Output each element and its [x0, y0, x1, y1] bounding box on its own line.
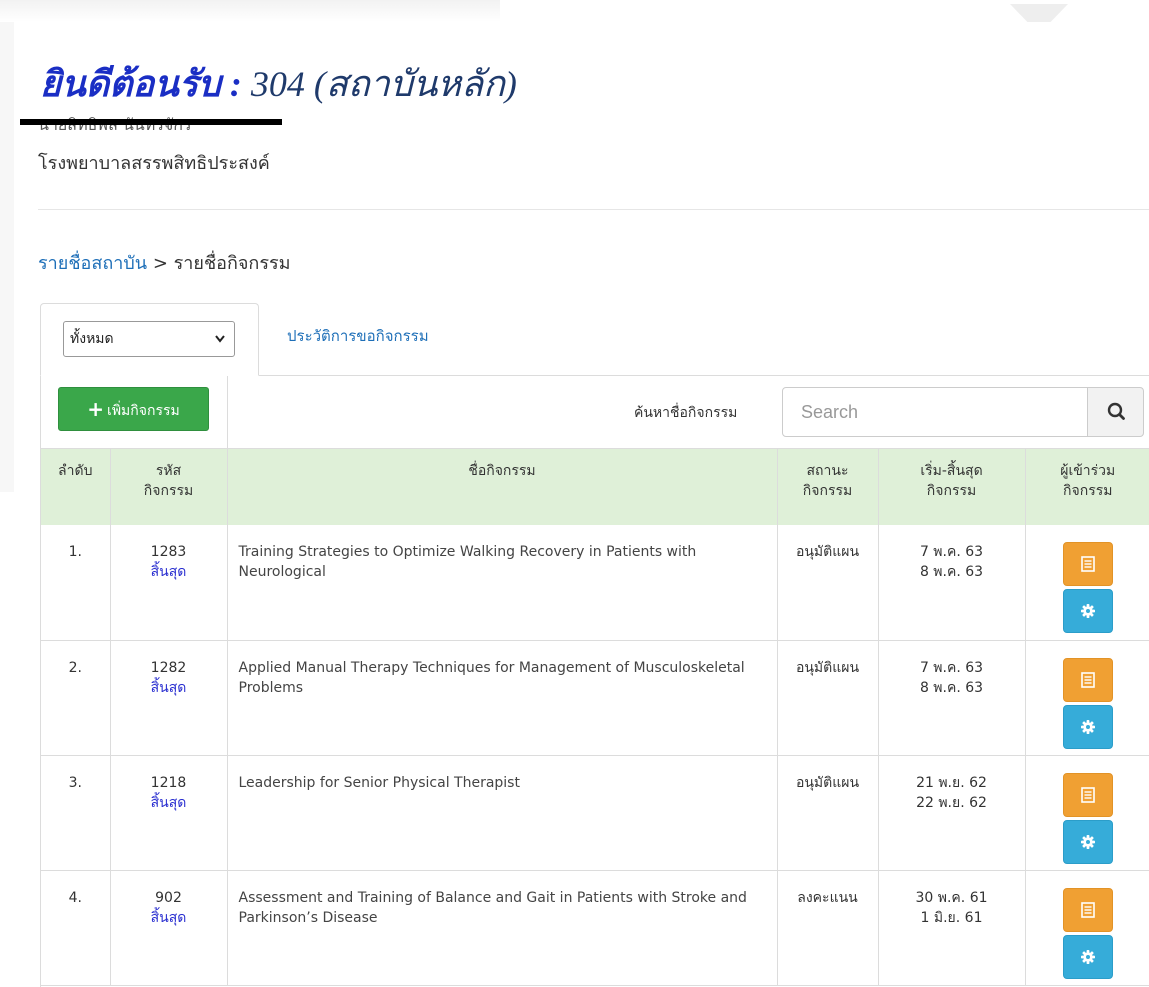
activity-code: 1218 [150, 774, 187, 791]
activity-code-status: สิ้นสุด [150, 909, 187, 926]
activity-code-status: สิ้นสุด [150, 564, 187, 580]
start-date: 7 พ.ค. 63 [919, 544, 984, 560]
activity-code-cell: 902 สิ้นสุด [109, 870, 227, 986]
top-fade [0, 0, 500, 22]
left-strip [0, 22, 14, 492]
gear-icon [1080, 949, 1095, 964]
activity-name: Assessment and Training of Balance and G… [226, 870, 777, 986]
participant-settings-button[interactable] [1062, 704, 1113, 749]
redaction-bar [20, 119, 282, 125]
tab-activities[interactable]: ทั้งหมด [40, 303, 259, 376]
hospital-name: โรงพยาบาลสรรพสิทธิประสงค์ [38, 153, 270, 174]
welcome-heading: ยินดีต้อนรับ : 304 (สถาบันหลัก) [40, 55, 517, 112]
start-date: 30 พ.ค. 61 [915, 889, 988, 906]
institution-name: 304 (สถาบันหลัก) [250, 64, 517, 104]
activity-panel: +เพิ่มกิจกรรม ค้นหาชื่อกิจกรรม ลำดับ รหั… [40, 375, 1149, 987]
activity-code: 1282 [150, 659, 187, 676]
breadcrumb-current: รายชื่อกิจกรรม [173, 253, 291, 274]
activity-name: Leadership for Senior Physical Therapist [226, 755, 777, 871]
activity-code-cell: 1283 สิ้นสุด [109, 525, 227, 641]
person-name: นายสิทธิพล นันทรจักร [38, 113, 191, 138]
activity-status: อนุมัติแผน [776, 525, 878, 641]
list-icon [1080, 556, 1095, 572]
activity-filter-select[interactable]: ทั้งหมด [63, 321, 235, 357]
start-date: 7 พ.ค. 63 [919, 659, 984, 676]
row-number: 3. [41, 755, 110, 871]
add-activity-button[interactable]: + เพิ่มกิจกรรม [58, 387, 209, 431]
activity-table: ลำดับ รหัส กิจกรรม ชื่อกิจกรรม สถานะ กิจกร… [41, 449, 1149, 986]
header-no: ลำดับ [41, 449, 110, 525]
end-date: 22 พ.ย. 62 [916, 794, 987, 811]
header-dates: เริ่ม-สิ้นสุด กิจกรรม [877, 449, 1025, 525]
activity-code: 902 [155, 889, 182, 906]
participant-list-button[interactable] [1062, 657, 1113, 702]
activity-code-cell: 1218 สิ้นสุด [109, 755, 227, 871]
search-button[interactable] [1087, 387, 1144, 437]
activity-code-status: สิ้นสุด [150, 794, 187, 811]
divider [38, 209, 1149, 210]
gear-icon [1080, 834, 1095, 849]
toolbar: + เพิ่มกิจกรรม ค้นหาชื่อกิจกรรม [41, 375, 1149, 449]
row-number: 1. [41, 525, 110, 641]
toolbar-divider [227, 375, 228, 449]
table-header-row: ลำดับ รหัส กิจกรรม ชื่อกิจกรรม สถานะ กิจกร… [41, 449, 1149, 525]
start-date: 21 พ.ย. 62 [916, 774, 987, 791]
list-icon [1080, 671, 1095, 688]
chevron-down-icon [214, 322, 226, 370]
row-number: 2. [41, 640, 110, 756]
activity-status: ลงคะแนน [776, 870, 878, 986]
welcome-label: ยินดีต้อนรับ : [40, 64, 242, 104]
plus-icon: + [87, 397, 105, 421]
end-date: 8 พ.ค. 63 [919, 564, 984, 580]
activity-status: อนุมัติแผน [776, 755, 878, 871]
table-row: 3. 1218 สิ้นสุด Leadership for Senior Phy… [41, 755, 1149, 871]
header-status: สถานะ กิจกรรม [776, 449, 878, 525]
table-row: 2. 1282 สิ้นสุด Applied Manual Therapy Te… [41, 640, 1149, 756]
list-icon [1080, 786, 1095, 803]
gear-icon [1080, 604, 1095, 618]
participant-actions [1024, 755, 1149, 871]
table-row: 1. 1283 สิ้นสุด Training Strategies to Op… [41, 525, 1149, 641]
activity-dates: 7 พ.ค. 63 8 พ.ค. 63 [877, 525, 1025, 641]
participant-list-button[interactable] [1062, 887, 1113, 932]
breadcrumb-institution-link[interactable]: รายชื่อสถาบัน [38, 253, 147, 274]
participant-actions [1024, 640, 1149, 756]
end-date: 1 มิ.ย. 61 [920, 909, 983, 926]
participant-actions [1024, 525, 1149, 641]
activity-dates: 21 พ.ย. 62 22 พ.ย. 62 [877, 755, 1025, 871]
list-icon [1080, 901, 1095, 918]
end-date: 8 พ.ค. 63 [919, 679, 984, 696]
participant-list-button[interactable] [1062, 772, 1113, 817]
add-activity-label: เพิ่มกิจกรรม [107, 403, 180, 419]
participant-settings-button[interactable] [1062, 819, 1113, 864]
participant-settings-button[interactable] [1062, 589, 1113, 633]
table-row: 4. 902 สิ้นสุด Assessment and Training of… [41, 870, 1149, 986]
breadcrumb-separator: > [152, 253, 168, 274]
participant-list-button[interactable] [1062, 542, 1113, 586]
search-icon [1107, 402, 1125, 420]
search-input[interactable] [783, 388, 1087, 436]
activity-code-status: สิ้นสุด [150, 679, 187, 696]
search-box [782, 387, 1088, 437]
activity-dates: 30 พ.ค. 61 1 มิ.ย. 61 [877, 870, 1025, 986]
activity-name: Training Strategies to Optimize Walking … [226, 525, 777, 641]
activity-dates: 7 พ.ค. 63 8 พ.ค. 63 [877, 640, 1025, 756]
header-name: ชื่อกิจกรรม [226, 449, 777, 525]
header-code: รหัส กิจกรรม [109, 449, 227, 525]
activity-name: Applied Manual Therapy Techniques for Ma… [226, 640, 777, 756]
activity-filter-value: ทั้งหมด [70, 331, 114, 347]
breadcrumb: รายชื่อสถาบัน > รายชื่อกิจกรรม [38, 248, 291, 277]
gear-icon [1080, 719, 1095, 734]
search-label: ค้นหาชื่อกิจกรรม [634, 405, 738, 421]
tab-activity-history[interactable]: ประวัติการขอกิจกรรม [287, 324, 429, 348]
top-corner-decoration [1010, 4, 1068, 22]
participant-settings-button[interactable] [1062, 934, 1113, 979]
activity-status: อนุมัติแผน [776, 640, 878, 756]
participant-actions [1024, 870, 1149, 986]
header-participants: ผู้เข้าร่วม กิจกรรม [1024, 449, 1149, 525]
activity-code-cell: 1282 สิ้นสุด [109, 640, 227, 756]
row-number: 4. [41, 870, 110, 986]
activity-code: 1283 [150, 544, 187, 560]
